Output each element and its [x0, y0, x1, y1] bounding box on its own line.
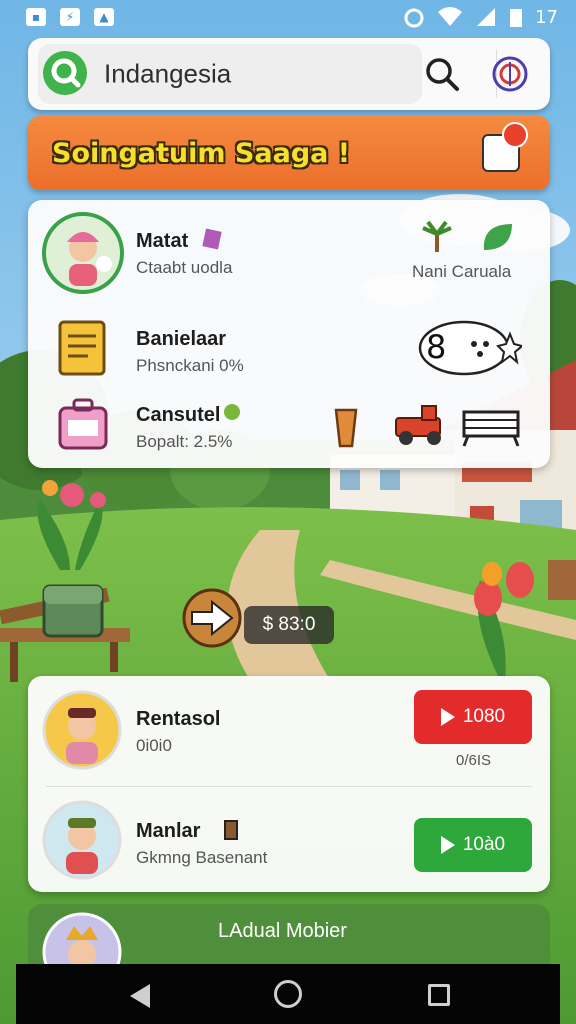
battery-icon: [510, 9, 523, 27]
notification-badge: [502, 122, 528, 148]
price-label: $ 83:0: [244, 606, 334, 644]
status-bar: ▪ ⚡ ▲ 17: [0, 0, 576, 34]
tractor-icon[interactable]: [392, 404, 448, 448]
play-button[interactable]: 1080: [414, 690, 532, 744]
notepad-icon[interactable]: [58, 318, 106, 376]
play-button-label: 1080: [462, 706, 506, 727]
item-right-label: Nani Caruala: [412, 262, 512, 281]
player-name: Rentasol: [136, 708, 221, 730]
button-caption: 0/6IS: [456, 752, 492, 769]
item-sub: Ctaabt uodla: [136, 258, 233, 277]
player-name: Manlar: [136, 820, 201, 842]
back-icon[interactable]: [130, 984, 150, 1008]
notification-icon: ▪: [26, 8, 46, 26]
leaf-icon[interactable]: [480, 220, 516, 256]
navigation-bar: [16, 964, 560, 1024]
park-bench: [548, 560, 576, 600]
player-sub: Gkmng Basenant: [136, 848, 268, 867]
item-name: Banielaar: [136, 328, 227, 350]
image-icon: ▲: [94, 8, 114, 26]
search-icon[interactable]: [422, 54, 462, 94]
item-name: Matat: [136, 230, 189, 252]
player-sub: 0i0i0: [136, 736, 172, 755]
signal-icon: [477, 8, 496, 26]
clock-time: 17: [535, 6, 558, 28]
play-button-label: 10à0: [462, 834, 506, 855]
app-logo-icon: [43, 51, 87, 95]
divider: [46, 786, 532, 787]
search-input[interactable]: Indangesia: [104, 59, 231, 90]
alarm-icon: [404, 8, 424, 28]
info-card: Matat Ctaabt uodla Nani Caruala Banielaa…: [28, 200, 550, 468]
level-badge: 8: [426, 328, 447, 366]
usb-icon: ⚡: [60, 8, 80, 26]
jar-icon: [224, 820, 238, 840]
player-avatar-icon[interactable]: [42, 690, 122, 770]
item-name: Cansutel: [136, 404, 221, 426]
clay-pot-icon[interactable]: [330, 406, 362, 450]
briefcase-icon[interactable]: [58, 396, 108, 450]
friends-card: Rentasol 0i0i0 1080 0/6IS Manlar Gkmng B…: [28, 676, 550, 892]
bottom-panel-title: LAdual Mobier: [218, 920, 347, 942]
play-icon: [440, 836, 455, 854]
play-button[interactable]: 10à0: [414, 818, 532, 872]
wifi-icon: [438, 7, 463, 26]
recent-apps-icon[interactable]: [428, 984, 450, 1006]
apple-icon: [224, 404, 240, 420]
event-banner[interactable]: Soingatuim Saaga !: [28, 116, 550, 190]
treasure-chest: [42, 584, 104, 638]
bench-icon[interactable]: [460, 406, 522, 448]
character-avatar-icon[interactable]: [42, 212, 124, 294]
palm-tree-icon[interactable]: [420, 220, 454, 254]
play-icon: [440, 708, 455, 726]
tag-icon: [202, 228, 222, 250]
home-icon[interactable]: [274, 980, 302, 1008]
player-avatar-icon[interactable]: [42, 800, 122, 880]
banner-title: Soingatuim Saaga !: [52, 138, 351, 169]
globe-icon[interactable]: [490, 54, 530, 94]
item-sub: Phsnckani 0%: [136, 356, 244, 375]
arrow-right-icon[interactable]: [178, 586, 248, 650]
item-sub: Bopalt: 2.5%: [136, 432, 233, 451]
